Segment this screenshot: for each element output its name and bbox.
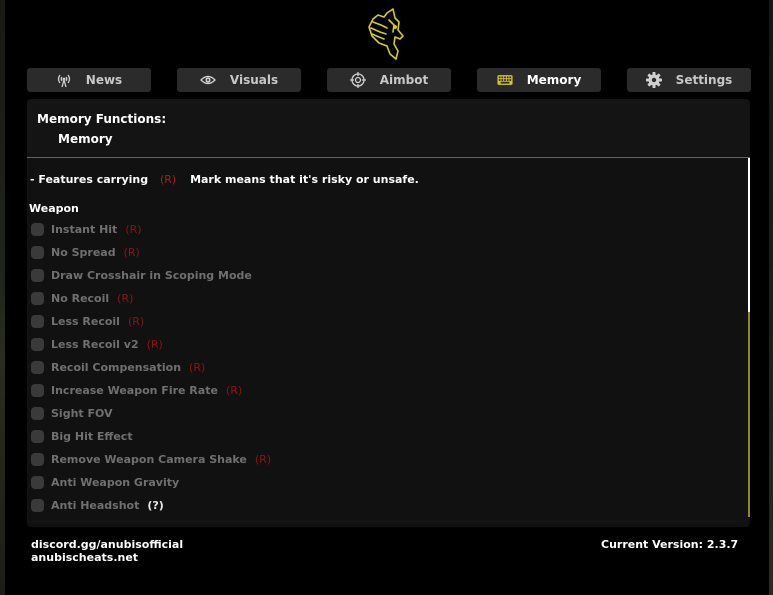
tab-news[interactable]: News: [27, 68, 151, 92]
footer-links: discord.gg/anubisofficial anubischeats.n…: [31, 538, 183, 564]
checkbox[interactable]: [31, 406, 44, 420]
option-increase-fire-rate[interactable]: Increase Weapon Fire Rate (R): [31, 381, 242, 399]
option-draw-crosshair-scoping[interactable]: Draw Crosshair in Scoping Mode: [31, 266, 260, 284]
scrollbar-track-fill: [748, 312, 750, 517]
option-label: No Spread: [51, 245, 116, 259]
option-label: Less Recoil v2: [51, 337, 139, 351]
checkbox[interactable]: [31, 337, 44, 351]
keyboard-icon: [497, 73, 513, 87]
broadcast-tower-icon: [56, 73, 72, 87]
option-no-spread[interactable]: No Spread (R): [31, 243, 140, 261]
option-anti-weapon-gravity[interactable]: Anti Weapon Gravity: [31, 473, 187, 491]
main-tab-bar: News Visuals Aimbot Memory Settings: [27, 68, 751, 93]
risk-notice-suffix: Mark means that it's risky or unsafe.: [190, 173, 419, 186]
page-subtitle: Memory: [58, 132, 113, 146]
background-strip-left: [0, 0, 5, 595]
risk-tag: (R): [117, 291, 134, 305]
section-title-weapon: Weapon: [29, 202, 79, 215]
checkbox[interactable]: [31, 268, 44, 282]
background-strip-right: [769, 0, 773, 595]
checkbox[interactable]: [31, 245, 44, 259]
option-label: Sight FOV: [51, 406, 113, 420]
risk-tag: (R): [125, 222, 142, 236]
checkbox[interactable]: [31, 383, 44, 397]
scrollbar-thumb[interactable]: [748, 158, 750, 312]
risk-notice-tag: (R): [159, 173, 177, 186]
option-less-recoil-v2[interactable]: Less Recoil v2 (R): [31, 335, 163, 353]
checkbox[interactable]: [31, 222, 44, 236]
option-instant-hit[interactable]: Instant Hit (R): [31, 220, 142, 238]
option-label: Draw Crosshair in Scoping Mode: [51, 268, 252, 282]
risk-tag: (R): [254, 452, 272, 466]
option-label: Recoil Compensation: [51, 360, 182, 374]
option-big-hit-effect[interactable]: Big Hit Effect: [31, 427, 141, 445]
option-label: Big Hit Effect: [51, 429, 133, 443]
info-tag: (?): [147, 498, 164, 512]
risk-tag: (R): [123, 245, 140, 259]
option-label: Less Recoil: [51, 314, 120, 328]
version-label: Current Version: 2.3.7: [601, 538, 739, 551]
checkbox[interactable]: [31, 291, 44, 305]
website-link[interactable]: anubischeats.net: [31, 551, 183, 564]
crosshair-icon: [349, 72, 366, 88]
option-recoil-compensation[interactable]: Recoil Compensation (R): [31, 358, 205, 376]
anubis-logo-icon: [365, 6, 409, 60]
risk-tag: (R): [146, 337, 163, 351]
checkbox[interactable]: [31, 360, 44, 374]
option-label: Anti Headshot: [51, 498, 140, 512]
checkbox[interactable]: [31, 314, 44, 328]
checkbox[interactable]: [31, 429, 44, 443]
option-label: No Recoil: [51, 291, 110, 305]
tab-aimbot[interactable]: Aimbot: [327, 68, 451, 92]
option-remove-camera-shake[interactable]: Remove Weapon Camera Shake (R): [31, 450, 271, 468]
option-label: Remove Weapon Camera Shake: [51, 452, 247, 466]
risk-tag: (R): [225, 383, 243, 397]
memory-options-panel: - Features carrying (R) Mark means that …: [27, 158, 750, 527]
option-sight-fov[interactable]: Sight FOV: [31, 404, 121, 422]
tab-label: News: [85, 73, 123, 87]
tab-settings[interactable]: Settings: [627, 68, 751, 92]
option-label: Anti Weapon Gravity: [51, 475, 180, 489]
risk-tag: (R): [189, 360, 206, 374]
option-less-recoil[interactable]: Less Recoil (R): [31, 312, 144, 330]
option-label: Instant Hit: [51, 222, 118, 236]
checkbox[interactable]: [31, 498, 44, 512]
tab-label: Aimbot: [379, 73, 429, 87]
discord-link[interactable]: discord.gg/anubisofficial: [31, 538, 183, 551]
page-title: Memory Functions:: [37, 112, 167, 126]
risk-notice-prefix: - Features carrying: [30, 173, 149, 186]
checkbox[interactable]: [31, 452, 44, 466]
risk-notice: - Features carrying (R) Mark means that …: [30, 173, 419, 186]
tab-label: Settings: [675, 73, 733, 87]
checkbox[interactable]: [31, 475, 44, 489]
gear-icon: [645, 72, 662, 88]
tab-memory[interactable]: Memory: [477, 68, 601, 92]
scrollbar[interactable]: [748, 158, 750, 517]
tab-label: Visuals: [229, 73, 279, 87]
option-no-recoil[interactable]: No Recoil (R): [31, 289, 133, 307]
eye-icon: [199, 73, 216, 87]
option-anti-headshot[interactable]: Anti Headshot (?): [31, 496, 164, 514]
tab-visuals[interactable]: Visuals: [177, 68, 301, 92]
tab-label: Memory: [526, 73, 582, 87]
option-label: Increase Weapon Fire Rate: [51, 383, 218, 397]
memory-header-panel: Memory Functions: Memory: [27, 99, 750, 158]
risk-tag: (R): [127, 314, 145, 328]
